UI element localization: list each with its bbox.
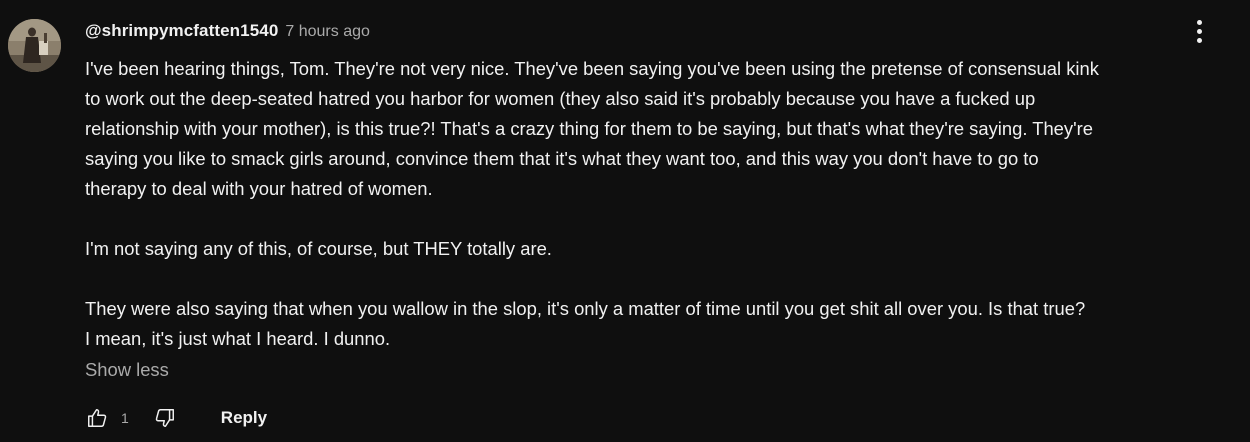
comment-line: to work out the deep-seated hatred you h… [85, 88, 1036, 109]
comment-line: therapy to deal with your hatred of wome… [85, 178, 433, 199]
show-less-button[interactable]: Show less [85, 359, 169, 381]
comment-line: relationship with your mother), is this … [85, 118, 1093, 139]
comment-body: I've been hearing things, Tom. They're n… [85, 54, 1235, 354]
avatar[interactable] [8, 19, 61, 72]
comment-line: saying you like to smack girls around, c… [85, 148, 1039, 169]
comment-thread: @shrimpymcfatten1540 7 hours ago I've be… [0, 0, 1250, 442]
comment-line: I've been hearing things, Tom. They're n… [85, 58, 1099, 79]
user-avatar-image [8, 19, 61, 72]
comment-actions: 1 Reply [85, 402, 267, 434]
comment-line: I mean, it's just what I heard. I dunno. [85, 328, 391, 349]
thumbs-down-icon[interactable] [153, 406, 177, 430]
comment-header: @shrimpymcfatten1540 7 hours ago [85, 21, 370, 45]
like-count: 1 [121, 410, 129, 426]
more-vert-icon[interactable] [1185, 16, 1213, 46]
thumbs-up-icon[interactable] [85, 406, 109, 430]
comment-line: I'm not saying any of this, of course, b… [85, 238, 552, 259]
comment-line: They were also saying that when you wall… [85, 298, 1086, 319]
author-name[interactable]: @shrimpymcfatten1540 [85, 21, 278, 41]
timestamp[interactable]: 7 hours ago [285, 23, 370, 41]
reply-button[interactable]: Reply [221, 408, 267, 428]
